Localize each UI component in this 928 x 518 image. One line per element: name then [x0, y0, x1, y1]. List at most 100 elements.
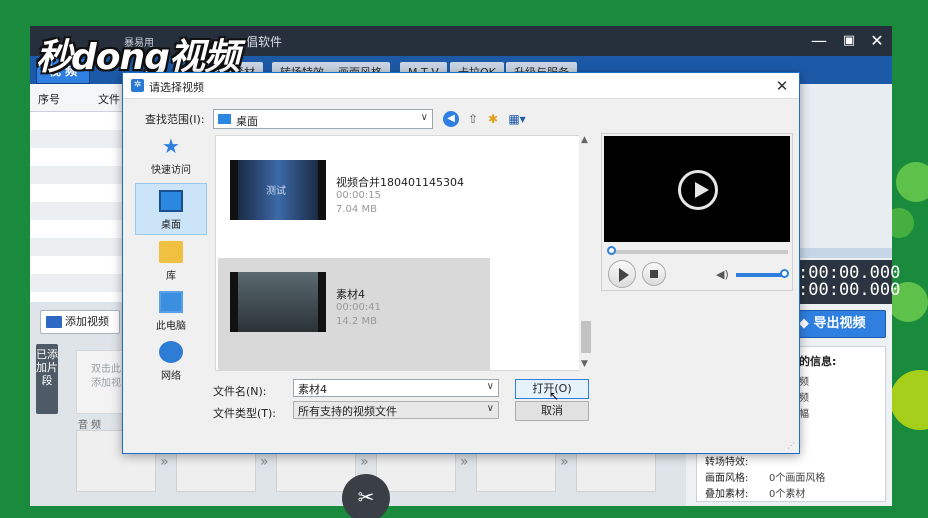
volume-handle[interactable] [780, 269, 789, 278]
seek-bar[interactable] [610, 250, 788, 254]
file-duration: 00:00:41 [336, 302, 381, 313]
view-menu-icon[interactable]: ▦▾ [505, 111, 529, 127]
video-thumbnail: 测试 [230, 160, 326, 220]
film-icon [46, 316, 62, 328]
place-desktop[interactable]: 桌面 [135, 183, 207, 235]
app-icon: ✲ [131, 79, 144, 92]
play-icon[interactable] [678, 170, 718, 210]
folder-icon [218, 114, 231, 124]
info-fragment: 频 [799, 393, 809, 404]
export-video-button[interactable]: ◆ 导出视频 [794, 310, 886, 338]
place-label: 快速访问 [151, 165, 191, 176]
export-label: 导出视频 [813, 316, 866, 331]
place-label: 库 [166, 271, 176, 282]
place-network[interactable]: 网络 [135, 341, 207, 391]
chevron-down-icon: ∨ [486, 403, 494, 414]
maximize-icon[interactable]: ▣ [838, 30, 860, 52]
places-bar: ★ 快速访问 桌面 库 此电脑 网络 [131, 135, 209, 435]
info-label-overlay: 叠加素材: [705, 489, 749, 500]
file-name: 素材4 [336, 288, 365, 301]
added-clips-label: 已添加片段 [36, 344, 58, 414]
file-item-selected[interactable]: 素材4 00:00:41 14.2 MB [218, 258, 490, 370]
back-icon[interactable]: ◀ [443, 111, 459, 127]
audio-label: 音频 [78, 420, 104, 431]
video-thumbnail [230, 272, 326, 332]
preview-screen[interactable] [604, 136, 790, 242]
video-list[interactable] [30, 112, 130, 302]
file-list-scrollbar[interactable]: ▲ ▼ [579, 135, 593, 371]
file-size: 7.04 MB [336, 204, 377, 215]
look-in-label: 查找范围(I): [145, 113, 205, 126]
file-name-input[interactable]: 素材4 ∨ [293, 379, 499, 397]
info-fragment: 频 [799, 377, 809, 388]
cancel-button[interactable]: 取消 [515, 401, 589, 421]
library-icon [159, 241, 183, 263]
minimize-icon[interactable]: — [808, 30, 830, 52]
play-button[interactable] [608, 260, 636, 288]
chevron-down-icon: ∨ [420, 112, 428, 123]
place-label: 桌面 [161, 220, 181, 231]
seek-handle[interactable] [607, 246, 616, 255]
desktop-icon [159, 190, 183, 212]
scissors-icon[interactable]: ✂ [342, 474, 390, 518]
dialog-titlebar: ✲ 请选择视频 ✕ [123, 73, 799, 99]
network-icon [159, 341, 183, 363]
stop-button[interactable] [642, 262, 666, 286]
info-fragment: 幅 [799, 409, 809, 420]
info-value-overlay: 0个素材 [769, 489, 806, 500]
column-index: 序号 [38, 93, 60, 106]
arrow-icon: » [360, 454, 369, 470]
file-type-value: 所有支持的视频文件 [298, 405, 397, 418]
info-label-transition: 转场特效: [705, 457, 749, 468]
decor-circle [896, 162, 928, 202]
place-library[interactable]: 库 [135, 241, 207, 291]
add-video-button[interactable]: 添加视频 [40, 310, 120, 334]
arrow-icon: » [560, 454, 569, 470]
timecode-total: :00:00.000 [798, 280, 901, 300]
file-name: 视频合并180401145304 [336, 176, 464, 189]
open-video-dialog: ✲ 请选择视频 ✕ 查找范围(I): 桌面 ∨ ◀ ⇧ ✱ ▦▾ ★ 快速访问 … [122, 72, 800, 454]
arrow-icon: » [260, 454, 269, 470]
place-label: 此电脑 [156, 321, 186, 332]
file-type-label: 文件类型(T): [213, 407, 277, 420]
chevron-down-icon[interactable]: ∨ [487, 381, 494, 392]
file-type-select[interactable]: 所有支持的视频文件 ∨ [293, 401, 499, 419]
place-quick-access[interactable]: ★ 快速访问 [135, 135, 207, 185]
export-arrow-icon: ◆ [799, 316, 814, 331]
file-size: 14.2 MB [336, 316, 377, 327]
list-header: 序号 文件 [30, 84, 130, 112]
info-value-style: 0个画面风格 [769, 473, 826, 484]
info-title: 的信息: [799, 355, 837, 368]
look-in-combo[interactable]: 桌面 ∨ [213, 109, 433, 129]
app-title: 倡软件 [246, 35, 283, 49]
file-name-label: 文件名(N): [213, 385, 267, 398]
mouse-cursor-icon: ↖ [549, 389, 560, 403]
new-folder-icon[interactable]: ✱ [485, 111, 501, 127]
info-label-style: 画面风格: [705, 473, 749, 484]
volume-slider[interactable] [736, 273, 784, 277]
computer-icon [159, 291, 183, 313]
arrow-icon: » [160, 454, 169, 470]
file-item[interactable]: 测试 视频合并180401145304 00:00:15 7.04 MB [218, 146, 490, 258]
add-video-label: 添加视频 [65, 315, 109, 328]
scroll-up-icon[interactable]: ▲ [581, 135, 588, 145]
place-this-pc[interactable]: 此电脑 [135, 291, 207, 341]
look-in-value: 桌面 [236, 115, 258, 128]
close-icon[interactable]: ✕ [866, 30, 888, 52]
up-folder-icon[interactable]: ⇧ [465, 111, 481, 127]
file-list: 测试 视频合并180401145304 00:00:15 7.04 MB 素材4… [215, 135, 591, 371]
thumbnail-caption: 测试 [266, 186, 286, 197]
scroll-thumb[interactable] [581, 321, 591, 353]
dialog-title: 请选择视频 [149, 81, 204, 94]
close-icon[interactable]: ✕ [771, 76, 793, 96]
video-preview: ◀) [601, 133, 793, 291]
file-duration: 00:00:15 [336, 190, 381, 201]
arrow-icon: » [460, 454, 469, 470]
decor-circle [890, 370, 928, 430]
scroll-down-icon[interactable]: ▼ [581, 359, 588, 369]
volume-icon: ◀) [716, 268, 729, 281]
star-icon: ★ [162, 134, 180, 158]
resize-grip-icon[interactable]: ⋰ [787, 441, 795, 450]
column-file: 文件 [98, 93, 120, 106]
place-label: 网络 [161, 371, 181, 382]
